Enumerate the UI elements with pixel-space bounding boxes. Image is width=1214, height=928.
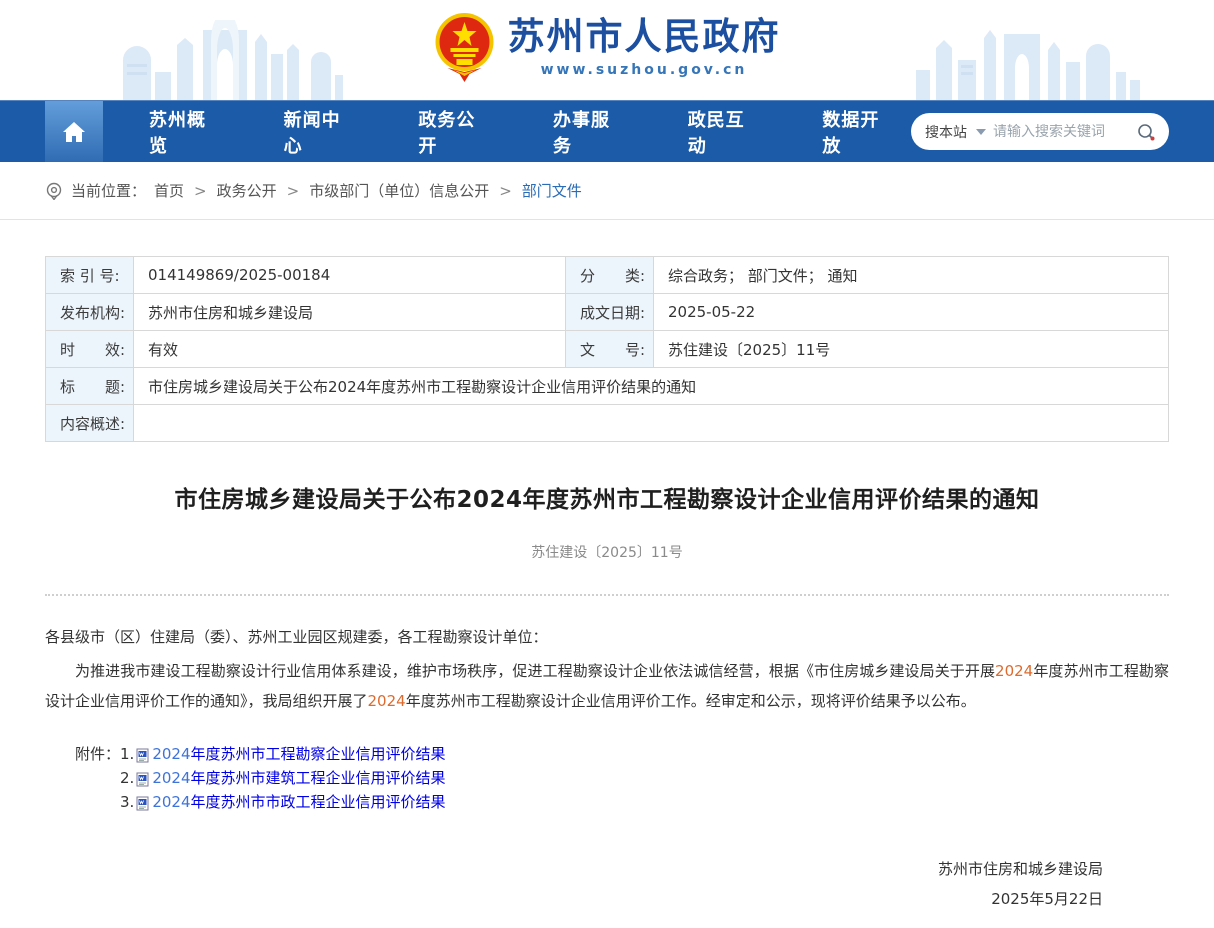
breadcrumb-department-documents[interactable]: 部门文件 <box>522 180 582 201</box>
keyword-highlight: 2024 <box>368 692 406 710</box>
meta-label-index-number: 索 引 号: <box>46 257 134 294</box>
main-navbar: 苏州概览 新闻中心 政务公开 办事服务 政民互动 数据开放 搜本站 <box>0 100 1214 162</box>
document-meta-table: 索 引 号: 014149869/2025-00184 分 类: 综合政务； 部… <box>0 220 1214 442</box>
meta-label-validity: 时 效: <box>46 331 134 368</box>
meta-value-title: 市住房城乡建设局关于公布2024年度苏州市工程勘察设计企业信用评价结果的通知 <box>134 368 1169 405</box>
table-row: 标 题: 市住房城乡建设局关于公布2024年度苏州市工程勘察设计企业信用评价结果… <box>46 368 1169 405</box>
attachment-link-highlight: 2024 <box>152 766 190 790</box>
meta-value-issuing-agency: 苏州市住房和城乡建设局 <box>134 294 566 331</box>
attachment-link-text: 年度苏州市工程勘察企业信用评价结果 <box>191 742 446 766</box>
signature-org: 苏州市住房和城乡建设局 <box>45 854 1103 884</box>
location-pin-icon <box>45 182 63 200</box>
nav-item-news-center[interactable]: 新闻中心 <box>260 106 373 158</box>
meta-value-validity: 有效 <box>134 331 566 368</box>
breadcrumb-separator: > <box>287 182 300 200</box>
meta-label-doc-number: 文 号: <box>566 331 654 368</box>
paragraph-text: 年度苏州市工程勘察设计企业信用评价工作。经审定和公示，现将评价结果予以公布。 <box>406 692 976 710</box>
site-header: 苏州市人民政府 www.suzhou.gov.cn <box>0 0 1214 100</box>
site-url: www.suzhou.gov.cn <box>541 62 748 78</box>
table-row: 发布机构: 苏州市住房和城乡建设局 成文日期: 2025-05-22 <box>46 294 1169 331</box>
doc-file-icon <box>136 748 150 763</box>
site-logo: 苏州市人民政府 www.suzhou.gov.cn <box>434 10 781 82</box>
document-body: 各县级市（区）住建局（委）、苏州工业园区规建委，各工程勘察设计单位： 为推进我市… <box>45 622 1169 716</box>
meta-value-summary <box>134 405 1169 442</box>
document-number: 苏住建设〔2025〕11号 <box>45 542 1169 562</box>
attachment-number: 1. <box>120 742 134 766</box>
nav-item-suzhou-overview[interactable]: 苏州概览 <box>125 106 238 158</box>
home-button[interactable] <box>45 101 103 162</box>
nav-item-government-affairs[interactable]: 政务公开 <box>394 106 507 158</box>
attachment-link-survey-results[interactable]: 2024年度苏州市工程勘察企业信用评价结果 <box>136 742 445 766</box>
attachment-link-municipal-results[interactable]: 2024年度苏州市市政工程企业信用评价结果 <box>136 790 445 814</box>
doc-file-icon <box>136 772 150 787</box>
breadcrumb-municipal-departments[interactable]: 市级部门（单位）信息公开 <box>309 180 489 201</box>
keyword-highlight: 2024 <box>995 662 1033 680</box>
breadcrumb-separator: > <box>499 182 512 200</box>
nav-item-open-data[interactable]: 数据开放 <box>798 106 911 158</box>
meta-label-title: 标 题: <box>46 368 134 405</box>
nav-items: 苏州概览 新闻中心 政务公开 办事服务 政民互动 数据开放 <box>103 101 911 162</box>
nav-item-public-interaction[interactable]: 政民互动 <box>664 106 777 158</box>
nav-item-services[interactable]: 办事服务 <box>529 106 642 158</box>
site-title: 苏州市人民政府 <box>508 14 781 60</box>
attachment-number: 2. <box>120 766 134 790</box>
attachment-link-text: 年度苏州市市政工程企业信用评价结果 <box>191 790 446 814</box>
national-emblem-icon <box>434 10 496 82</box>
paragraph-text: 为推进我市建设工程勘察设计行业信用体系建设，维护市场秩序，促进工程勘察设计企业依… <box>75 662 995 680</box>
meta-label-category: 分 类: <box>566 257 654 294</box>
meta-value-category: 综合政务； 部门文件； 通知 <box>654 257 1169 294</box>
meta-label-summary: 内容概述: <box>46 405 134 442</box>
search-icon <box>1137 123 1155 141</box>
meta-label-issuing-agency: 发布机构: <box>46 294 134 331</box>
dashed-divider <box>45 594 1169 596</box>
meta-label-issue-date: 成文日期: <box>566 294 654 331</box>
search-input[interactable] <box>993 124 1130 140</box>
breadcrumb-home[interactable]: 首页 <box>154 180 184 201</box>
breadcrumb: 当前位置： 首页 > 政务公开 > 市级部门（单位）信息公开 > 部门文件 <box>0 162 1214 220</box>
breadcrumb-separator: > <box>194 182 207 200</box>
attachment-link-highlight: 2024 <box>152 790 190 814</box>
attachment-number: 3. <box>120 790 134 814</box>
meta-value-index-number: 014149869/2025-00184 <box>134 257 566 294</box>
salutation: 各县级市（区）住建局（委）、苏州工业园区规建委，各工程勘察设计单位： <box>45 622 1169 652</box>
signature-block: 苏州市住房和城乡建设局 2025年5月22日 <box>45 854 1169 928</box>
skyline-illustration-left <box>115 20 345 100</box>
attachment-link-text: 年度苏州市建筑工程企业信用评价结果 <box>191 766 446 790</box>
site-search: 搜本站 <box>911 113 1169 150</box>
table-row: 时 效: 有效 文 号: 苏住建设〔2025〕11号 <box>46 331 1169 368</box>
attachments-label: 附件： <box>75 742 120 766</box>
breadcrumb-prefix: 当前位置： <box>71 180 146 201</box>
attachment-link-highlight: 2024 <box>152 742 190 766</box>
search-button[interactable] <box>1137 123 1155 141</box>
signature-date: 2025年5月22日 <box>45 884 1103 914</box>
table-row: 内容概述: <box>46 405 1169 442</box>
meta-value-doc-number: 苏住建设〔2025〕11号 <box>654 331 1169 368</box>
page-title: 市住房城乡建设局关于公布2024年度苏州市工程勘察设计企业信用评价结果的通知 <box>45 480 1169 514</box>
article: 市住房城乡建设局关于公布2024年度苏州市工程勘察设计企业信用评价结果的通知 苏… <box>0 480 1214 928</box>
home-icon <box>61 120 87 144</box>
search-scope-selector[interactable]: 搜本站 <box>925 122 967 142</box>
chevron-down-icon[interactable] <box>976 129 986 135</box>
skyline-illustration-right <box>914 20 1144 100</box>
body-paragraph: 为推进我市建设工程勘察设计行业信用体系建设，维护市场秩序，促进工程勘察设计企业依… <box>45 656 1169 716</box>
doc-file-icon <box>136 796 150 811</box>
attachment-link-construction-results[interactable]: 2024年度苏州市建筑工程企业信用评价结果 <box>136 766 445 790</box>
attachments-section: 附件： 1. 2024年度苏州市工程勘察企业信用评价结果 2. <box>45 742 1169 814</box>
breadcrumb-gov-affairs[interactable]: 政务公开 <box>217 180 277 201</box>
table-row: 索 引 号: 014149869/2025-00184 分 类: 综合政务； 部… <box>46 257 1169 294</box>
meta-value-issue-date: 2025-05-22 <box>654 294 1169 331</box>
